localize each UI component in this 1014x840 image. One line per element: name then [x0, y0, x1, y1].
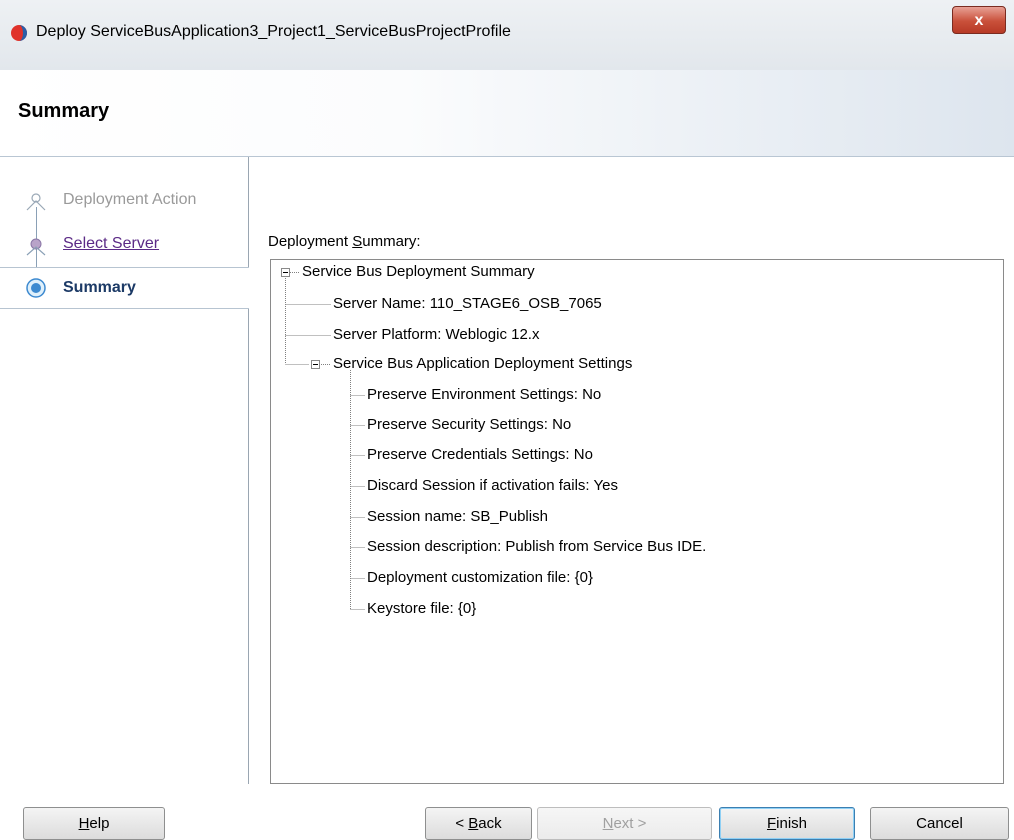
title-bar: Deploy ServiceBusApplication3_Project1_S… [0, 0, 1014, 70]
tree-node-setting[interactable]: Preserve Environment Settings: No [367, 386, 601, 404]
back-button[interactable]: < Back [425, 807, 532, 840]
step-icon [26, 193, 46, 211]
next-button[interactable]: Next > [537, 807, 712, 840]
step-label[interactable]: Select Server [63, 235, 159, 253]
tree-node-setting[interactable]: Deployment customization file: {0} [367, 569, 593, 587]
collapse-toggle[interactable] [281, 268, 290, 277]
collapse-toggle[interactable] [311, 360, 320, 369]
wizard-header: Summary [0, 70, 1014, 157]
finish-button[interactable]: Finish [719, 807, 855, 840]
tree-node-server-platform[interactable]: Server Platform: Weblogic 12.x [333, 326, 539, 344]
tree-node-root[interactable]: Service Bus Deployment Summary [302, 263, 535, 281]
tree-node-setting[interactable]: Keystore file: {0} [367, 600, 476, 618]
step-label: Summary [63, 279, 136, 296]
step-icon [26, 238, 46, 256]
deployment-summary-tree[interactable]: Service Bus Deployment Summary Server Na… [270, 259, 1004, 784]
deployment-summary-label: Deployment Summary: [268, 233, 421, 250]
page-title: Summary [18, 100, 110, 122]
tree-node-server-name[interactable]: Server Name: 110_STAGE6_OSB_7065 [333, 295, 602, 313]
window-title: Deploy ServiceBusApplication3_Project1_S… [36, 23, 511, 40]
step-summary[interactable]: Summary [0, 267, 249, 309]
oracle-app-icon [11, 25, 27, 41]
tree-node-setting[interactable]: Session name: SB_Publish [367, 508, 548, 526]
tree-node-setting[interactable]: Preserve Credentials Settings: No [367, 446, 593, 464]
step-select-server[interactable]: Select Server [0, 227, 249, 263]
help-button[interactable]: Help [23, 807, 165, 840]
tree-node-setting[interactable]: Preserve Security Settings: No [367, 416, 571, 434]
step-label: Deployment Action [63, 191, 197, 208]
close-button[interactable]: x [952, 6, 1006, 34]
step-deployment-action: Deployment Action [0, 183, 249, 219]
tree-node-setting[interactable]: Session description: Publish from Servic… [367, 538, 706, 556]
wizard-step-navigator: Deployment Action Select Server Summary [0, 157, 249, 784]
current-step-icon [26, 278, 46, 298]
cancel-button[interactable]: Cancel [870, 807, 1009, 840]
tree-node-app-settings[interactable]: Service Bus Application Deployment Setti… [333, 355, 632, 373]
tree-node-setting[interactable]: Discard Session if activation fails: Yes [367, 477, 618, 495]
